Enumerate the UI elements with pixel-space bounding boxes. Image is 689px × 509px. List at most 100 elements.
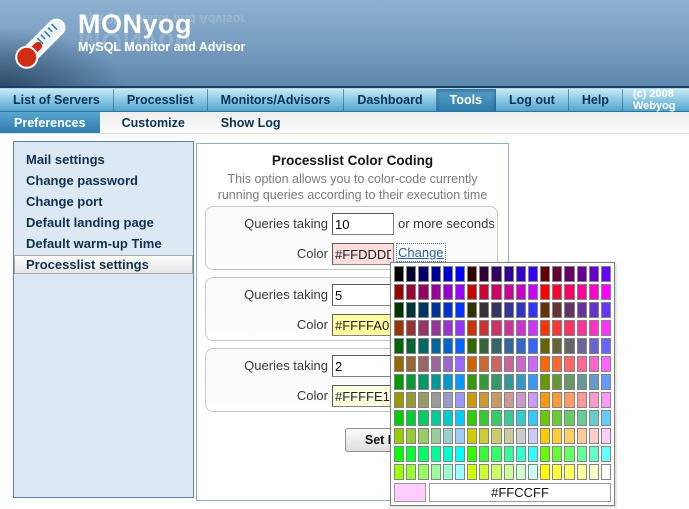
color-swatch[interactable]: [516, 302, 526, 318]
color-swatch[interactable]: [601, 356, 611, 372]
color-swatch[interactable]: [589, 338, 599, 354]
color-swatch[interactable]: [528, 266, 538, 282]
color-swatch[interactable]: [528, 374, 538, 390]
color-swatch[interactable]: [504, 320, 514, 336]
color-swatch[interactable]: [418, 338, 428, 354]
color-swatch[interactable]: [467, 338, 477, 354]
color-swatch[interactable]: [601, 374, 611, 390]
color-swatch[interactable]: [540, 428, 550, 444]
color-swatch[interactable]: [516, 428, 526, 444]
color-swatch[interactable]: [418, 446, 428, 462]
color-swatch[interactable]: [467, 356, 477, 372]
color-swatch[interactable]: [455, 428, 465, 444]
color-swatch[interactable]: [601, 320, 611, 336]
color-swatch[interactable]: [564, 338, 574, 354]
color-swatch[interactable]: [491, 320, 501, 336]
color-swatch[interactable]: [431, 392, 441, 408]
color-swatch[interactable]: [467, 266, 477, 282]
color-swatch[interactable]: [479, 410, 489, 426]
color-swatch[interactable]: [552, 374, 562, 390]
color-swatch[interactable]: [504, 410, 514, 426]
color-swatch[interactable]: [431, 410, 441, 426]
tab-show-log[interactable]: Show Log: [207, 112, 295, 133]
color-swatch[interactable]: [528, 284, 538, 300]
color-swatch[interactable]: [516, 356, 526, 372]
color-swatch[interactable]: [479, 338, 489, 354]
color-swatch[interactable]: [467, 374, 477, 390]
color-swatch[interactable]: [589, 374, 599, 390]
color-swatch[interactable]: [443, 338, 453, 354]
color-swatch[interactable]: [491, 464, 501, 480]
color-swatch[interactable]: [455, 284, 465, 300]
color-swatch[interactable]: [455, 410, 465, 426]
color-swatch[interactable]: [455, 266, 465, 282]
color-swatch[interactable]: [491, 338, 501, 354]
color-swatch[interactable]: [455, 320, 465, 336]
color-swatch[interactable]: [418, 374, 428, 390]
color-swatch[interactable]: [467, 302, 477, 318]
color-swatch[interactable]: [516, 338, 526, 354]
color-swatch[interactable]: [577, 338, 587, 354]
color-swatch[interactable]: [540, 392, 550, 408]
color-swatch[interactable]: [601, 392, 611, 408]
nav-item-log-out[interactable]: Log out: [496, 89, 569, 111]
color-swatch[interactable]: [394, 338, 404, 354]
color-swatch[interactable]: [528, 302, 538, 318]
color-swatch[interactable]: [431, 302, 441, 318]
color-swatch[interactable]: [589, 284, 599, 300]
color-swatch[interactable]: [491, 284, 501, 300]
color-swatch[interactable]: [564, 464, 574, 480]
color-swatch[interactable]: [394, 428, 404, 444]
color-swatch[interactable]: [564, 428, 574, 444]
color-swatch[interactable]: [406, 266, 416, 282]
color-swatch[interactable]: [479, 392, 489, 408]
color-swatch[interactable]: [443, 284, 453, 300]
color-swatch[interactable]: [540, 266, 550, 282]
color-swatch[interactable]: [491, 302, 501, 318]
color-swatch[interactable]: [467, 320, 477, 336]
color-swatch[interactable]: [443, 266, 453, 282]
color-swatch[interactable]: [577, 392, 587, 408]
color-swatch[interactable]: [564, 410, 574, 426]
color-swatch[interactable]: [601, 338, 611, 354]
tab-customize[interactable]: Customize: [108, 112, 199, 133]
tab-preferences[interactable]: Preferences: [0, 112, 100, 133]
color-swatch[interactable]: [431, 428, 441, 444]
color-swatch[interactable]: [540, 356, 550, 372]
color-swatch[interactable]: [455, 464, 465, 480]
color-swatch[interactable]: [431, 338, 441, 354]
color-swatch[interactable]: [601, 446, 611, 462]
color-swatch[interactable]: [406, 320, 416, 336]
color-swatch[interactable]: [491, 446, 501, 462]
color-swatch[interactable]: [455, 374, 465, 390]
color-swatch[interactable]: [455, 338, 465, 354]
color-swatch[interactable]: [491, 374, 501, 390]
color-swatch[interactable]: [418, 428, 428, 444]
color-swatch[interactable]: [394, 302, 404, 318]
color-swatch[interactable]: [564, 302, 574, 318]
color-swatch[interactable]: [406, 428, 416, 444]
color-hex-input-1[interactable]: [332, 243, 394, 265]
color-swatch[interactable]: [431, 446, 441, 462]
color-swatch[interactable]: [540, 284, 550, 300]
color-swatch[interactable]: [552, 464, 562, 480]
color-hex-input-3[interactable]: [332, 385, 394, 407]
color-swatch[interactable]: [394, 320, 404, 336]
color-swatch[interactable]: [406, 284, 416, 300]
color-swatch[interactable]: [589, 266, 599, 282]
color-swatch[interactable]: [394, 446, 404, 462]
color-swatch[interactable]: [418, 356, 428, 372]
color-swatch[interactable]: [552, 266, 562, 282]
color-swatch[interactable]: [491, 392, 501, 408]
color-swatch[interactable]: [394, 464, 404, 480]
color-swatch[interactable]: [577, 266, 587, 282]
color-swatch[interactable]: [552, 392, 562, 408]
color-swatch[interactable]: [504, 338, 514, 354]
color-swatch[interactable]: [467, 284, 477, 300]
color-swatch[interactable]: [577, 410, 587, 426]
color-swatch[interactable]: [540, 410, 550, 426]
color-swatch[interactable]: [431, 266, 441, 282]
color-swatch[interactable]: [504, 284, 514, 300]
color-swatch[interactable]: [577, 464, 587, 480]
color-swatch[interactable]: [516, 284, 526, 300]
